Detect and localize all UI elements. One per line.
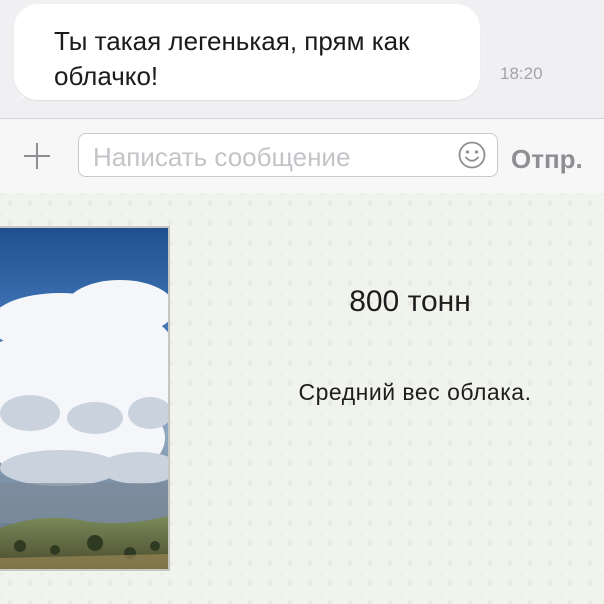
incoming-message-bubble[interactable]: Ты такая легенькая, прям как облачко! (14, 4, 480, 100)
message-input-placeholder: Написать сообщение (93, 142, 351, 172)
message-composer: Написать сообщение Отпр. (0, 118, 604, 194)
chat-history: Ты такая легенькая, прям как облачко! 18… (0, 0, 604, 118)
fact-card-image[interactable]: 800 тонн Средний вес облака. (0, 193, 604, 604)
plus-icon[interactable] (22, 141, 52, 171)
send-button[interactable]: Отпр. (511, 144, 583, 175)
message-text: Ты такая легенькая, прям как облачко! (54, 26, 410, 91)
message-input[interactable]: Написать сообщение (78, 133, 498, 177)
message-timestamp: 18:20 (500, 64, 543, 83)
fact-description: Средний вес облака. (298, 379, 532, 405)
smiley-icon[interactable] (457, 140, 487, 170)
fact-value: 800 тонн (349, 285, 471, 318)
cloud-photo (0, 226, 170, 571)
